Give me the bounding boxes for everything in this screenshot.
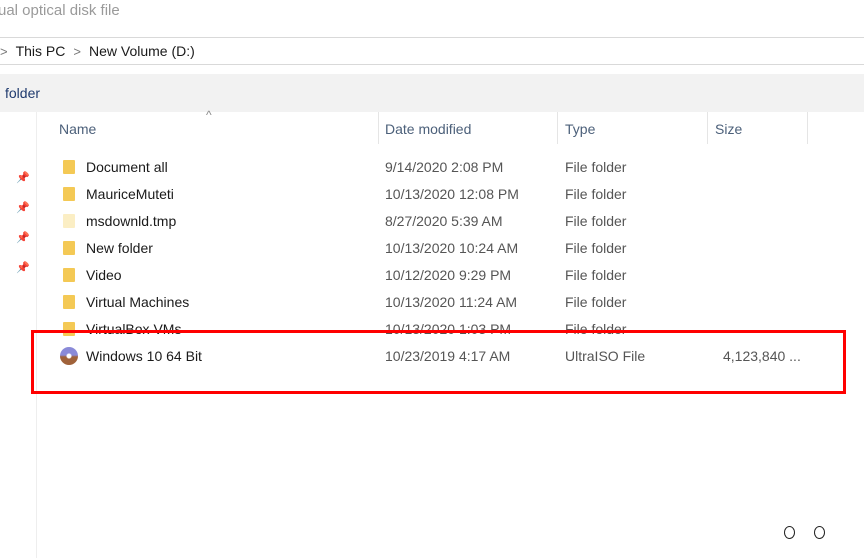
file-name: Virtual Machines <box>86 294 190 310</box>
file-row[interactable]: New folder 10/13/2020 10:24 AM File fold… <box>37 235 837 262</box>
column-header-size[interactable]: Size <box>715 121 742 137</box>
breadcrumb-new-volume[interactable]: New Volume (D:) <box>89 43 195 59</box>
divider <box>0 37 864 38</box>
file-row[interactable]: Virtual Machines 10/13/2020 11:24 AM Fil… <box>37 289 837 316</box>
file-row[interactable]: msdownld.tmp 8/27/2020 5:39 AM File fold… <box>37 208 837 235</box>
folder-icon <box>63 214 75 228</box>
file-type: File folder <box>565 213 627 229</box>
pin-icon[interactable]: 📌 <box>16 261 30 274</box>
file-name: New folder <box>86 240 153 256</box>
column-divider[interactable] <box>557 112 558 144</box>
chevron-right-icon: > <box>0 43 8 59</box>
breadcrumb: > This PC > New Volume (D:) <box>0 41 195 61</box>
file-name: Video <box>86 267 122 283</box>
pin-icon[interactable]: 📌 <box>16 201 30 214</box>
breadcrumb-this-pc[interactable]: This PC <box>16 43 66 59</box>
pin-icon[interactable]: 📌 <box>16 171 30 184</box>
sort-ascending-icon: ^ <box>206 108 212 122</box>
column-divider[interactable] <box>378 112 379 144</box>
folder-icon <box>63 268 75 282</box>
file-date: 9/14/2020 2:08 PM <box>385 159 504 175</box>
folder-icon <box>63 295 75 309</box>
file-date: 10/13/2020 10:24 AM <box>385 240 519 256</box>
highlight-box <box>31 330 846 394</box>
file-row[interactable]: Document all 9/14/2020 2:08 PM File fold… <box>37 154 837 181</box>
chevron-right-icon: > <box>73 43 81 59</box>
file-type: File folder <box>565 240 627 256</box>
file-date: 8/27/2020 5:39 AM <box>385 213 503 229</box>
window-title: ual optical disk file <box>0 2 120 19</box>
circle-icon <box>814 526 825 539</box>
file-name: Document all <box>86 159 168 175</box>
column-header-name[interactable]: Name <box>59 121 96 137</box>
file-date: 10/12/2020 9:29 PM <box>385 267 512 283</box>
file-type: File folder <box>565 294 627 310</box>
new-folder-button[interactable]: folder <box>5 85 40 101</box>
pin-icon[interactable]: 📌 <box>16 231 30 244</box>
file-date: 10/13/2020 11:24 AM <box>385 294 518 310</box>
folder-icon <box>63 241 75 255</box>
toolbar: folder <box>0 74 864 112</box>
column-header-date[interactable]: Date modified <box>385 121 471 137</box>
folder-icon <box>63 187 75 201</box>
file-name: MauriceMuteti <box>86 186 174 202</box>
divider <box>0 64 864 65</box>
file-type: File folder <box>565 186 627 202</box>
file-type: File folder <box>565 159 627 175</box>
column-header-type[interactable]: Type <box>565 121 595 137</box>
file-row[interactable]: MauriceMuteti 10/13/2020 12:08 PM File f… <box>37 181 837 208</box>
column-divider[interactable] <box>707 112 708 144</box>
folder-icon <box>63 160 75 174</box>
file-row[interactable]: Video 10/12/2020 9:29 PM File folder <box>37 262 837 289</box>
file-name: msdownld.tmp <box>86 213 177 229</box>
circle-icon <box>784 526 795 539</box>
file-type: File folder <box>565 267 627 283</box>
file-date: 10/13/2020 12:08 PM <box>385 186 519 202</box>
column-divider[interactable] <box>807 112 808 144</box>
